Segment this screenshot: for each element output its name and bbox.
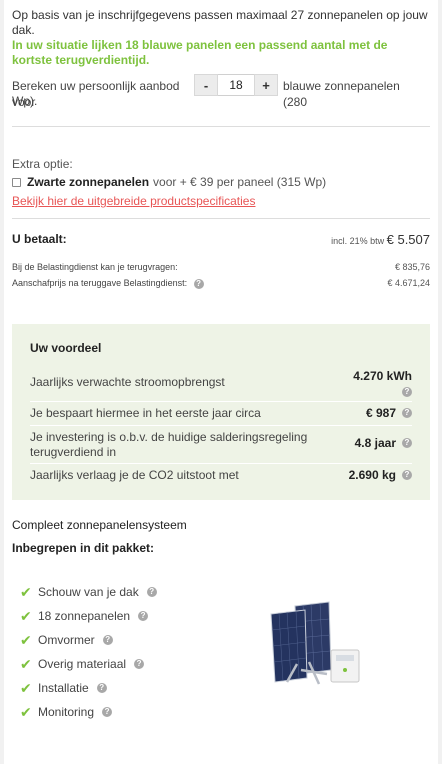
help-icon[interactable]: ?: [102, 707, 113, 717]
advantage-label: Jaarlijks verwachte stroomopbrengst: [30, 375, 225, 389]
refund-row: Bij de Belastingdienst kan je terugvrage…: [12, 262, 430, 272]
advantage-value: € 987: [365, 406, 396, 420]
black-panels-option: Zwarte zonnepanelen voor + € 39 per pane…: [12, 175, 430, 189]
list-item-label: Overig materiaal: [38, 657, 127, 671]
payment-total: incl. 21% btw € 5.507: [331, 232, 430, 247]
list-item: ✔ Monitoring?: [20, 700, 157, 724]
list-item: ✔ 18 zonnepanelen?: [20, 604, 157, 628]
list-item-label: 18 zonnepanelen: [38, 609, 131, 623]
advantage-value: 4.8 jaar: [354, 436, 396, 450]
advantage-label: Jaarlijks verlaag je de CO2 uitstoot met: [30, 468, 239, 482]
package-subtitle: Inbegrepen in dit pakket:: [12, 541, 155, 555]
list-item-label: Monitoring: [38, 705, 95, 719]
checkmark-icon: ✔: [20, 631, 32, 648]
help-icon[interactable]: ?: [134, 659, 145, 669]
black-panels-price: voor + € 39 per paneel (315 Wp): [153, 175, 327, 189]
help-icon[interactable]: ?: [402, 438, 412, 448]
list-item: ✔ Schouw van je dak?: [20, 580, 157, 604]
intro-max-panels: Op basis van je inschrijfgegevens passen…: [12, 8, 428, 37]
advantage-label: Je bespaart hiermee in het eerste jaar c…: [30, 406, 261, 420]
list-item: ✔ Omvormer?: [20, 628, 157, 652]
checkmark-icon: ✔: [20, 655, 32, 672]
net-price-value: € 4.671,24: [387, 278, 430, 288]
calculator-suffix: blauwe zonnepanelen (280: [283, 79, 400, 109]
extra-option: Extra optie: Zwarte zonnepanelen voor + …: [12, 157, 430, 208]
solar-package-image: [270, 601, 360, 685]
advantage-label: Je investering is o.b.v. de huidige sald…: [30, 430, 308, 459]
net-price-row: Aanschafprijs na teruggave Belastingdien…: [12, 278, 430, 289]
divider: [12, 218, 430, 219]
intro-text: Op basis van je inschrijfgegevens passen…: [12, 8, 430, 68]
help-icon[interactable]: ?: [138, 611, 149, 621]
package-title: Compleet zonnepanelensysteem: [12, 518, 187, 532]
refund-label: Bij de Belastingdienst kan je terugvrage…: [12, 262, 178, 272]
total-price: € 5.507: [386, 232, 430, 247]
help-icon[interactable]: ?: [146, 587, 157, 597]
checkmark-icon: ✔: [20, 679, 32, 696]
extra-option-title: Extra optie:: [12, 157, 73, 171]
panel-calculator: Bereken uw persoonlijk aanbod voor - 18 …: [12, 74, 430, 114]
help-icon[interactable]: ?: [402, 408, 412, 418]
help-icon[interactable]: ?: [193, 278, 204, 289]
decrement-button[interactable]: -: [194, 74, 218, 96]
package-section: Compleet zonnepanelensysteem Inbegrepen …: [12, 518, 430, 720]
advantage-row: Je investering is o.b.v. de huidige sald…: [30, 426, 412, 464]
refund-value: € 835,76: [394, 262, 430, 272]
list-item-label: Omvormer: [38, 633, 95, 647]
package-items: ✔ Schouw van je dak? ✔ 18 zonnepanelen? ✔ O…: [20, 580, 157, 724]
help-icon[interactable]: ?: [402, 470, 412, 480]
calculator-suffix-unit: Wp).: [12, 94, 38, 108]
help-icon[interactable]: ?: [402, 387, 412, 397]
net-price-label: Aanschafprijs na teruggave Belastingdien…: [12, 278, 188, 288]
advantage-value: 4.270 kWh: [353, 369, 412, 383]
payment-summary: U betaalt: incl. 21% btw € 5.507 Bij de …: [12, 232, 430, 289]
checkmark-icon: ✔: [20, 703, 32, 720]
advantage-title: Uw voordeel: [30, 341, 102, 355]
increment-button[interactable]: +: [254, 74, 278, 96]
quantity-input[interactable]: 18: [218, 74, 254, 96]
list-item: ✔ Installatie?: [20, 676, 157, 700]
advantage-row: Jaarlijks verlaag je de CO2 uitstoot met…: [30, 464, 412, 488]
advantage-value: 2.690 kg: [348, 468, 396, 482]
help-icon[interactable]: ?: [102, 635, 113, 645]
divider: [12, 126, 430, 127]
advantage-panel: Uw voordeel Jaarlijks verwachte stroomop…: [12, 324, 430, 500]
product-specs-link[interactable]: Bekijk hier de uitgebreide productspecif…: [12, 194, 430, 208]
list-item-label: Installatie: [38, 681, 89, 695]
checkmark-icon: ✔: [20, 607, 32, 624]
list-item-label: Schouw van je dak: [38, 585, 139, 599]
advantage-row: Jaarlijks verwachte stroomopbrengst 4.27…: [30, 366, 412, 402]
advantage-row: Je bespaart hiermee in het eerste jaar c…: [30, 402, 412, 426]
intro-recommendation: In uw situatie lijken 18 blauwe panelen …: [12, 38, 388, 67]
help-icon[interactable]: ?: [96, 683, 107, 693]
black-panels-checkbox[interactable]: [12, 177, 21, 187]
list-item: ✔ Overig materiaal?: [20, 652, 157, 676]
calculator-label: Bereken uw persoonlijk aanbod voor: [12, 79, 180, 109]
black-panels-label: Zwarte zonnepanelen: [27, 175, 150, 189]
vat-note: incl. 21% btw: [331, 236, 385, 246]
quantity-stepper: - 18 +: [194, 74, 278, 96]
checkmark-icon: ✔: [20, 583, 32, 600]
